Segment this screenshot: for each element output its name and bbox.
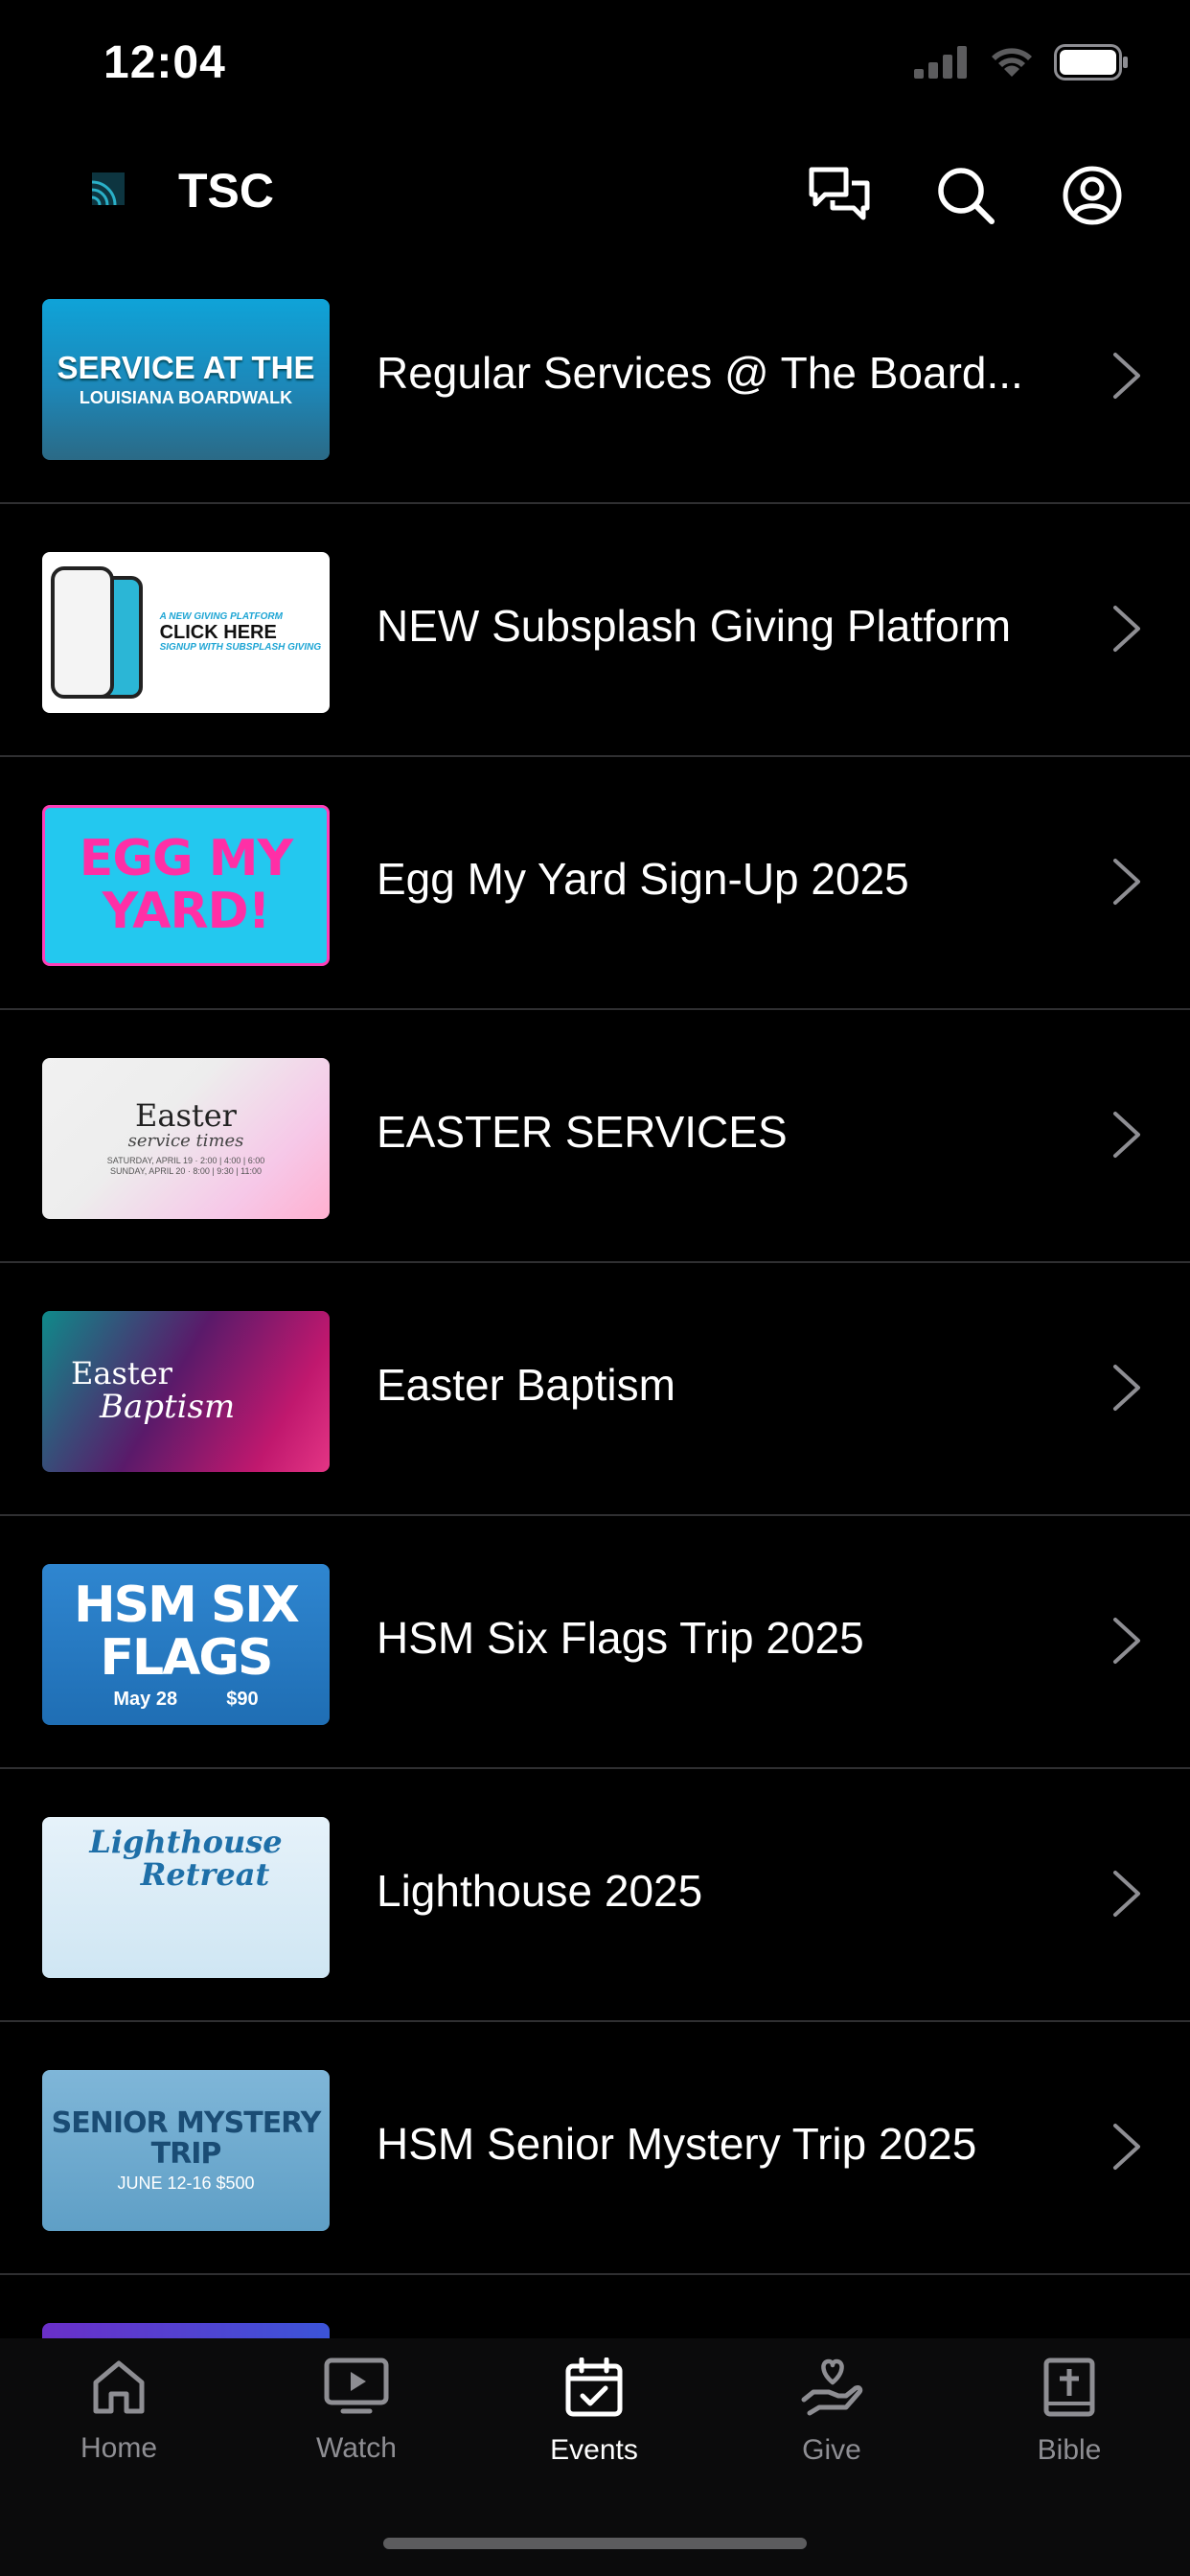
event-row[interactable]: Easter service times SATURDAY, APRIL 19 … [0,1010,1190,1263]
event-row[interactable]: SERVICE AT THE LOUISIANA BOARDWALK Regul… [0,251,1190,504]
thumb-text: SATURDAY, APRIL 19 · 2:00 | 4:00 | 6:00 [106,1155,265,1165]
give-icon [801,2358,863,2416]
app-title: TSC [178,164,274,218]
thumb-text: SERVICE AT THE [57,350,315,386]
event-thumbnail: A NEW GIVING PLATFORM CLICK HERE SIGNUP … [42,552,330,713]
tab-label: Give [802,2434,861,2466]
event-row[interactable]: SENIOR MYSTERY TRIP JUNE 12-16 $500 HSM … [0,2022,1190,2275]
home-indicator[interactable] [383,2538,807,2549]
thumb-text: JUNE 12-16 $500 [117,2174,255,2194]
thumb-text: SUNDAY, APRIL 20 · 8:00 | 9:30 | 11:00 [110,1166,262,1177]
event-title: EASTER SERVICES [377,1107,788,1157]
status-icons [914,44,1129,80]
thumb-text: Lighthouse [89,1824,283,1860]
event-row[interactable]: A NEW GIVING PLATFORM CLICK HERE SIGNUP … [0,504,1190,757]
event-list: SERVICE AT THE LOUISIANA BOARDWALK Regul… [0,251,1190,2275]
chevron-right-icon [1113,1112,1140,1158]
thumb-text: Easter [71,1355,172,1392]
app-header: TSC [0,134,1190,249]
event-title: Easter Baptism [377,1360,675,1410]
thumb-text: service times [127,1130,244,1151]
tab-label: Events [550,2434,638,2466]
tab-home[interactable]: Home [23,2358,215,2465]
search-icon [938,168,995,224]
thumb-text: EGG MY YARD! [79,830,293,940]
event-row[interactable]: HSM SIX FLAGS May 28 $90 HSM Six Flags T… [0,1516,1190,1769]
tab-events[interactable]: Events [498,2358,690,2467]
tab-label: Home [80,2432,158,2464]
bible-icon [1043,2358,1095,2417]
thumb-text: CLICK HERE [159,621,277,643]
event-thumbnail: Lighthouse Retreat [42,1817,330,1978]
event-thumbnail: SERVICE AT THE LOUISIANA BOARDWALK [42,299,330,460]
wifi-icon [992,48,1032,77]
header-actions [799,155,1133,236]
event-title: NEW Subsplash Giving Platform [377,601,1012,651]
home-icon [93,2360,145,2414]
chat-button[interactable] [799,155,880,236]
thumb-text: SENIOR MYSTERY TRIP [51,2106,322,2171]
thumb-text-row: May 28 $90 [113,1690,258,1710]
thumb-text: May 28 [113,1689,178,1711]
thumb-text: LOUISIANA BOARDWALK [79,387,293,407]
thumb-text: Retreat [140,1855,270,1893]
chevron-right-icon [1113,1618,1140,1664]
tab-bible[interactable]: Bible [973,2358,1165,2467]
chevron-right-icon [1113,1871,1140,1917]
thumb-text: Easter [135,1097,237,1135]
profile-icon [1063,166,1122,225]
thumb-text-block: A NEW GIVING PLATFORM CLICK HERE SIGNUP … [159,611,322,653]
event-thumbnail: SENIOR MYSTERY TRIP JUNE 12-16 $500 [42,2070,330,2231]
event-title: HSM Senior Mystery Trip 2025 [377,2119,977,2169]
event-thumbnail-partial [42,2323,330,2338]
chevron-right-icon [1113,606,1140,652]
chevron-right-icon [1113,2124,1140,2170]
event-thumbnail: Easter Baptism [42,1311,330,1472]
event-thumbnail: HSM SIX FLAGS May 28 $90 [42,1564,330,1725]
tab-label: Bible [1037,2434,1102,2466]
chevron-right-icon [1113,859,1140,905]
status-bar: 12:04 [0,0,1190,125]
profile-button[interactable] [1052,155,1133,236]
event-thumbnail: Easter service times SATURDAY, APRIL 19 … [42,1058,330,1219]
chevron-right-icon [1113,1365,1140,1411]
chevron-right-icon [1113,353,1140,399]
tab-watch[interactable]: Watch [261,2358,452,2465]
watch-icon [324,2358,389,2414]
thumb-text: Baptism [100,1387,236,1426]
event-thumbnail: EGG MY YARD! [42,805,330,966]
event-row[interactable]: Lighthouse Retreat Lighthouse 2025 [0,1769,1190,2022]
thumb-text: FLAGS [100,1628,273,1687]
search-button[interactable] [926,155,1006,236]
phone-graphic [50,566,114,699]
calendar-icon [565,2358,623,2417]
thumb-text: HSM SIX [74,1576,300,1634]
chat-icon [809,167,870,220]
status-time: 12:04 [103,37,226,88]
event-title: HSM Six Flags Trip 2025 [377,1613,864,1663]
event-title: Lighthouse 2025 [377,1866,703,1916]
event-title: Egg My Yard Sign-Up 2025 [377,854,909,904]
event-row[interactable]: EGG MY YARD! Egg My Yard Sign-Up 2025 [0,757,1190,1010]
tsc-logo-icon [92,172,125,205]
thumb-text: $90 [226,1689,259,1711]
phones-graphic [50,566,143,699]
event-title: Regular Services @ The Board... [377,348,1023,398]
tab-give[interactable]: Give [736,2358,927,2467]
event-row[interactable]: Easter Baptism Easter Baptism [0,1263,1190,1516]
cellular-signal-icon [914,46,967,79]
tab-label: Watch [316,2432,397,2464]
battery-icon [1054,44,1128,80]
thumb-text: SIGNUP WITH SUBSPLASH GIVING [159,641,322,653]
